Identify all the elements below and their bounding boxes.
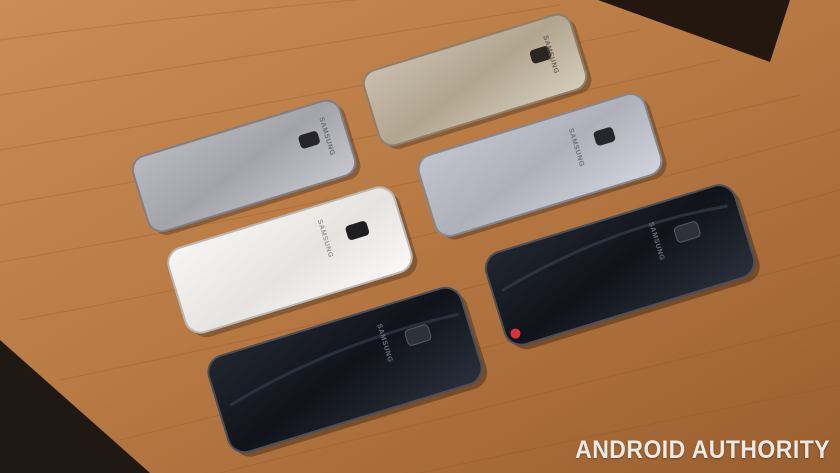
photo-scene: SAMSUNG SAMSUNG SAMSUNG SAMSUNG SAMSUNG xyxy=(0,0,840,473)
watermark: ANDROID AUTHORITY xyxy=(575,436,830,464)
table-photo: SAMSUNG SAMSUNG SAMSUNG SAMSUNG SAMSUNG xyxy=(0,0,840,473)
